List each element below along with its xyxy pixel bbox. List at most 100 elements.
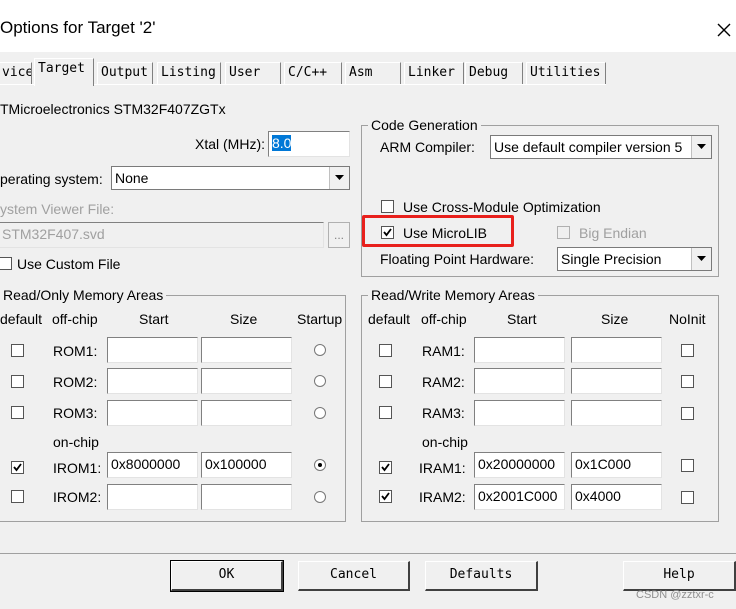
rom3-default-checkbox[interactable] [11,406,24,419]
rw-header-size: Size [601,311,629,327]
svd-label: ystem Viewer File: [0,201,115,217]
rw-header-offchip: off-chip [421,311,467,327]
iram2-default-checkbox[interactable] [379,490,392,503]
rom1-size-input[interactable] [201,337,292,363]
ram2-start-input[interactable] [474,368,565,394]
irom1-size-input[interactable]: 0x100000 [201,452,292,478]
iram2-noinit-checkbox[interactable] [681,491,694,504]
tab-label: User [229,65,261,80]
big-endian-label: Big Endian [579,225,647,241]
ram2-noinit-checkbox[interactable] [681,375,694,388]
ram3-start-input[interactable] [474,400,565,426]
rom3-label: ROM3: [53,405,98,421]
chevron-down-icon [691,136,711,158]
ram3-default-checkbox[interactable] [379,406,392,419]
tab-label: Target [38,61,85,76]
fpu-select[interactable]: Single Precision [557,247,712,271]
rom3-start-input[interactable] [107,400,198,426]
tab-cc[interactable]: C/C++ [284,62,342,84]
xtal-label: Xtal (MHz): [195,136,265,152]
arm-compiler-value: Use default compiler version 5 [494,139,683,155]
rom1-startup-radio[interactable] [314,344,326,356]
ram3-label: RAM3: [422,405,465,421]
help-button[interactable]: Help [623,561,736,591]
defaults-button[interactable]: Defaults [425,561,538,591]
irom2-start-input[interactable] [107,484,198,510]
tab-label: Linker [408,65,455,80]
os-select[interactable]: None [111,166,350,190]
irom2-label: IROM2: [53,489,102,505]
tab-user[interactable]: User [225,62,281,84]
iram1-noinit-checkbox[interactable] [681,459,694,472]
rw-memory-title: Read/Write Memory Areas [368,287,538,303]
tab-listing[interactable]: Listing [157,62,221,84]
irom1-default-checkbox[interactable] [11,461,24,474]
rom1-start-input[interactable] [107,337,198,363]
checkmark-icon [381,463,390,472]
tab-asm[interactable]: Asm [345,62,401,84]
ram1-size-input[interactable] [571,337,662,363]
xtal-input[interactable]: 8.0 [268,131,350,157]
cancel-button[interactable]: Cancel [298,561,410,591]
iram1-start-input[interactable]: 0x20000000 [474,452,565,478]
irom1-startup-radio[interactable] [314,459,326,471]
iram1-default-checkbox[interactable] [379,461,392,474]
ro-memory-title: Read/Only Memory Areas [0,287,167,303]
irom2-startup-radio[interactable] [314,491,326,503]
rom2-startup-radio[interactable] [314,375,326,387]
device-name: TMicroelectronics STM32F407ZGTx [0,101,226,117]
ram2-default-checkbox[interactable] [379,375,392,388]
custom-file-label: Use Custom File [17,256,121,272]
rom3-size-input[interactable] [201,400,292,426]
iram2-start-input[interactable]: 0x2001C000 [474,484,565,510]
rom1-default-checkbox[interactable] [11,344,24,357]
tab-utilities[interactable]: Utilities [526,62,606,84]
close-icon[interactable] [712,18,736,42]
irom2-size-input[interactable] [201,484,292,510]
browse-button: ... [328,222,350,248]
tab-label: C/C++ [288,65,328,80]
tab-debug[interactable]: Debug [465,62,523,84]
irom2-default-checkbox[interactable] [11,490,24,503]
iram2-size-input[interactable]: 0x4000 [571,484,662,510]
rw-header-start: Start [507,311,537,327]
tab-label: Listing [161,65,216,80]
arm-compiler-label: ARM Compiler: [380,139,475,155]
tab-output[interactable]: Output [97,62,153,84]
xtal-value: 8.0 [272,135,292,151]
os-value: None [115,170,149,186]
tab-device[interactable]: vice [0,62,32,84]
ram1-start-input[interactable] [474,337,565,363]
tab-target[interactable]: Target [34,58,94,86]
iram1-size-input[interactable]: 0x1C000 [571,452,662,478]
ram3-size-input[interactable] [571,400,662,426]
cross-module-checkbox[interactable] [381,200,394,213]
rom2-start-input[interactable] [107,368,198,394]
fpu-label: Floating Point Hardware: [380,251,535,267]
tab-label: Utilities [530,65,601,80]
tab-label: Output [101,65,148,80]
arm-compiler-select[interactable]: Use default compiler version 5 [490,135,712,159]
ro-header-offchip: off-chip [52,311,98,327]
ro-header-size: Size [230,311,258,327]
ram1-default-checkbox[interactable] [379,344,392,357]
radio-selected-dot [318,463,322,467]
rom3-startup-radio[interactable] [314,407,326,419]
iram1-label: IRAM1: [419,460,466,476]
fpu-value: Single Precision [561,251,662,267]
rom2-label: ROM2: [53,374,98,390]
ram3-noinit-checkbox[interactable] [681,407,694,420]
custom-file-checkbox[interactable] [0,257,12,270]
ok-button[interactable]: OK [170,560,284,592]
ram2-size-input[interactable] [571,368,662,394]
rom2-size-input[interactable] [201,368,292,394]
tab-linker[interactable]: Linker [404,62,464,84]
iram2-label: IRAM2: [419,489,466,505]
window-title: Options for Target '2' [0,18,156,37]
cross-module-label: Use Cross-Module Optimization [403,199,601,215]
rw-header-noinit: NoInit [669,311,706,327]
rom2-default-checkbox[interactable] [11,375,24,388]
ro-header-startup: Startup [297,311,343,327]
irom1-start-input[interactable]: 0x8000000 [107,452,198,478]
ram1-noinit-checkbox[interactable] [681,344,694,357]
